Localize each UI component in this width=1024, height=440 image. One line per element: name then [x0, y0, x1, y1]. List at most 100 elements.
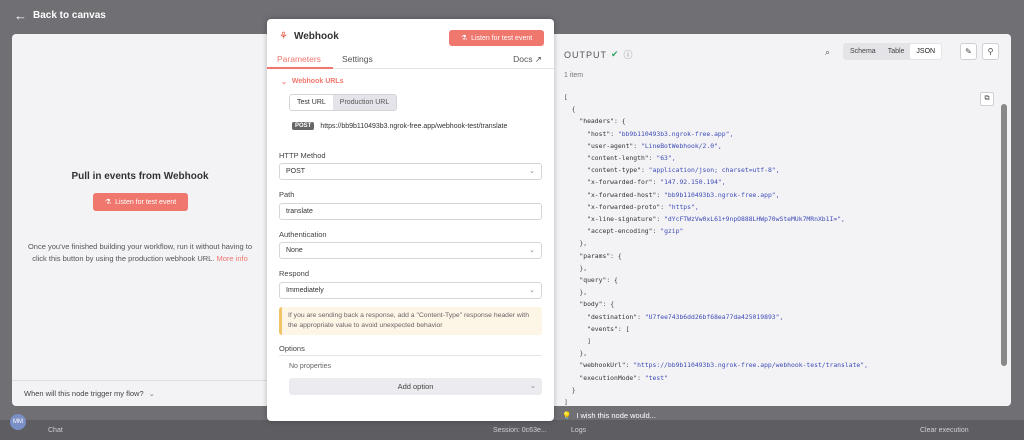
view-schema[interactable]: Schema [844, 44, 882, 59]
output-title: OUTPUT ✔ ⓘ [564, 48, 634, 61]
listen-test-event-button-top[interactable]: ⚗ Listen for test event [449, 30, 544, 46]
scrollbar[interactable] [1001, 104, 1007, 366]
json-line: "host": "bb9b110493b3.ngrok-free.app", [587, 129, 734, 138]
json-line: }, [564, 239, 588, 248]
respond-label: Respond [279, 269, 310, 278]
chevron-down-icon: ⌄ [529, 287, 535, 294]
listen-label: Listen for test event [115, 198, 177, 206]
input-heading: Pull in events from Webhook [71, 171, 209, 182]
json-line: "x-forwarded-proto": "https", [587, 202, 699, 211]
external-link-icon: ↗ [534, 54, 542, 64]
http-method-select[interactable]: POST ⌄ [279, 163, 542, 180]
options-label: Options [279, 344, 305, 353]
flask-icon: ⚗ [104, 199, 112, 206]
url-method-badge: POST [292, 122, 315, 130]
back-to-canvas-link[interactable]: Back to canvas [33, 10, 106, 21]
tab-parameters[interactable]: Parameters [277, 54, 321, 64]
webhook-urls-toggle[interactable]: ⌄ Webhook URLs [281, 78, 343, 86]
json-line: "events": [ [587, 324, 630, 333]
json-line: "content-length": "63", [587, 154, 676, 163]
lightbulb-icon: 💡 [562, 411, 572, 420]
webhook-url[interactable]: https://bb9b110493b3.ngrok-free.app/webh… [320, 123, 507, 130]
json-line: ] [564, 337, 591, 346]
node-tabs: Parameters Settings Docs ↗ [267, 51, 554, 69]
pin-icon: ⚲ [987, 47, 994, 56]
chat-label[interactable]: Chat [48, 427, 63, 434]
logs-label[interactable]: Logs [571, 427, 586, 434]
json-line: "x-forwarded-host": "bb9b110493b3.ngrok-… [587, 190, 780, 199]
node-title[interactable]: Webhook [294, 31, 339, 42]
feedback-prompt[interactable]: 💡 I wish this node would... [562, 411, 656, 420]
copy-icon: ⧉ [984, 95, 990, 102]
chevron-down-icon: ⌄ [529, 247, 535, 254]
info-icon[interactable]: ⓘ [624, 48, 634, 61]
json-line: "accept-encoding": "gzip" [587, 227, 684, 236]
authentication-label: Authentication [279, 230, 327, 239]
json-line: "user-agent": "LineBotWebhook/2.0", [587, 141, 722, 150]
active-tab-indicator [267, 67, 333, 69]
more-info-link[interactable]: More info [217, 254, 248, 263]
json-line: "body": { [579, 300, 615, 309]
add-option-button[interactable]: Add option ⌄ [289, 378, 542, 395]
authentication-select[interactable]: None ⌄ [279, 242, 542, 259]
input-panel: Pull in events from Webhook ⚗ Listen for… [12, 34, 268, 406]
json-line: "query": { [579, 276, 618, 285]
options-divider [279, 355, 542, 356]
url-type-toggle: Test URL Production URL [289, 94, 398, 111]
json-line: [ [564, 93, 568, 101]
json-line: "x-forwarded-for": "147.92.150.194", [587, 178, 726, 187]
http-method-label: HTTP Method [279, 151, 326, 160]
input-description: Once you've finished building your workf… [27, 242, 253, 263]
content-type-notice: If you are sending back a response, add … [279, 307, 542, 335]
chevron-down-icon: ⌄ [529, 381, 536, 390]
view-json[interactable]: JSON [910, 44, 942, 59]
json-line: }, [564, 288, 588, 297]
pencil-icon: ✎ [965, 47, 972, 56]
production-url-tab[interactable]: Production URL [332, 95, 397, 110]
node-header: ⚘ Webhook [279, 31, 339, 42]
json-line: "content-type": "application/json; chars… [587, 166, 780, 175]
items-count: 1 item [564, 72, 584, 79]
json-line: "x-line-signature": "dYcFTWzVw0xL61+9npO… [587, 215, 845, 224]
copy-json-button[interactable]: ⧉ [980, 92, 994, 106]
avatar[interactable]: MM [10, 414, 26, 430]
path-label: Path [279, 190, 295, 199]
json-line: "headers": { [579, 117, 626, 126]
listen-test-event-button[interactable]: ⚗ Listen for test event [93, 193, 188, 211]
output-panel: OUTPUT ✔ ⓘ 1 item ⌕ Schema Table JSON ✎ … [554, 34, 1011, 420]
chevron-down-icon: ⌄ [281, 79, 287, 86]
trigger-question-toggle[interactable]: When will this node trigger my flow? ⌄ [12, 380, 268, 406]
json-line: ] [564, 398, 568, 406]
docs-link[interactable]: Docs ↗ [513, 54, 542, 65]
webhook-icon: ⚘ [279, 31, 288, 42]
test-url-tab[interactable]: Test URL [290, 95, 333, 110]
json-line: "params": { [579, 251, 622, 260]
tab-settings[interactable]: Settings [342, 54, 373, 64]
respond-select[interactable]: Immediately ⌄ [279, 282, 542, 299]
webhook-url-row[interactable]: POST https://bb9b110493b3.ngrok-free.app… [292, 122, 507, 130]
back-arrow-icon[interactable]: ← [14, 8, 27, 23]
flask-icon: ⚗ [460, 35, 468, 42]
view-table[interactable]: Table [882, 44, 911, 59]
chevron-down-icon: ⌄ [148, 389, 155, 398]
json-line: }, [564, 263, 588, 272]
pin-output-button[interactable]: ⚲ [982, 43, 999, 60]
json-line: }, [564, 349, 588, 358]
json-line: { [564, 105, 576, 114]
success-check-icon: ✔ [611, 49, 620, 59]
node-settings-panel: ⚘ Webhook ⚗ Listen for test event Parame… [267, 19, 554, 421]
chevron-down-icon: ⌄ [529, 168, 535, 175]
view-toggle: Schema Table JSON [843, 43, 943, 60]
json-line: "destination": "U7fee743b6dd26bf68ea77da… [587, 312, 784, 321]
json-line: "webhookUrl": "https://bb9b110493b3.ngro… [579, 361, 868, 370]
background-bottom-bar: Chat Session: 0c63e... Logs Clear execut… [0, 420, 1024, 440]
search-icon[interactable]: ⌕ [825, 47, 830, 58]
path-input[interactable]: translate [279, 203, 542, 220]
json-output[interactable]: [ { "headers": { "host": "bb9b110493b3.n… [564, 91, 984, 406]
no-properties-text: No properties [289, 363, 332, 370]
json-line: } [564, 385, 576, 394]
clear-execution-button[interactable]: Clear execution [920, 427, 969, 434]
trigger-question-label: When will this node trigger my flow? [24, 389, 144, 398]
edit-output-button[interactable]: ✎ [960, 43, 977, 60]
session-label: Session: 0c63e... [493, 426, 547, 434]
